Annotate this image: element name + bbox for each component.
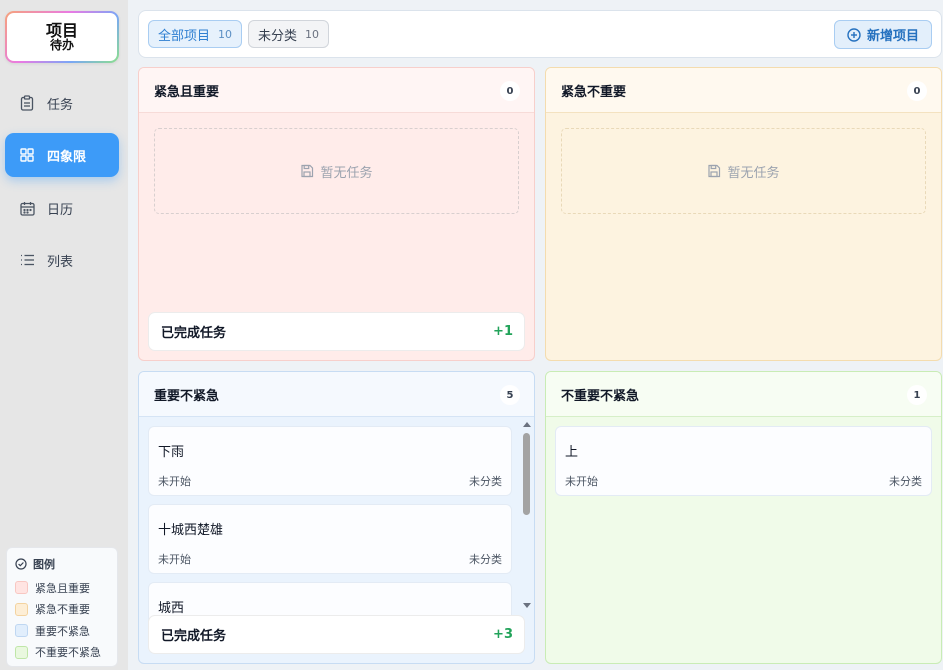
clipboard-icon — [19, 95, 35, 111]
quadrant-header: 紧急不重要 — [546, 68, 941, 113]
empty-text: 暂无任务 — [727, 165, 780, 181]
task-title: 上 — [565, 445, 579, 460]
quadrant-count-badge: 0 — [500, 81, 520, 101]
project-filter-bar: 全部项目 10 未分类 10 新增项目 — [138, 10, 942, 58]
quadrant-count-badge: 5 — [500, 385, 520, 405]
quadrant-title: 不重要不紧急 — [561, 388, 640, 404]
nav-item-tasks[interactable]: 任务 — [5, 81, 119, 125]
completed-tasks-toggle[interactable]: 已完成任务 +3 — [148, 615, 525, 654]
quadrant-header: 紧急且重要 — [139, 68, 534, 113]
task-status: 未开始 — [158, 475, 191, 488]
completed-tasks-count: +3 — [493, 627, 513, 642]
filter-chip-uncategorized[interactable]: 未分类 10 — [248, 20, 330, 48]
save-icon — [301, 164, 314, 178]
plus-circle-icon — [847, 27, 861, 42]
legend-label: 紧急不重要 — [35, 603, 90, 617]
nav-item-calendar[interactable]: 日历 — [5, 186, 119, 230]
legend-swatch-red — [15, 581, 28, 595]
sidebar: 项目 待办 任务 四象限 日历 列表 图例 紧急且重要 紧急不重要 重要不紧急 … — [0, 0, 128, 670]
nav-label-calendar: 日历 — [47, 202, 74, 218]
legend-swatch-orange — [15, 602, 28, 616]
grid-icon — [19, 147, 35, 163]
task-title: 十城西楚雄 — [158, 523, 224, 538]
legend-swatch-blue — [15, 624, 28, 638]
new-project-label: 新增项目 — [866, 29, 919, 44]
nav-label-quadrant: 四象限 — [47, 149, 87, 165]
quadrant-urgent-important: 紧急且重要 0 暂无任务 已完成任务 +1 — [138, 67, 535, 361]
nav-item-list[interactable]: 列表 — [5, 238, 119, 282]
save-icon — [708, 164, 721, 178]
legend-item: 不重要不紧急 — [15, 642, 109, 664]
check-circle-icon — [15, 558, 27, 570]
scroll-down-icon[interactable] — [523, 603, 531, 608]
logo-subtitle: 待办 — [49, 38, 74, 52]
filter-chip-label: 未分类 — [258, 28, 298, 44]
legend-label: 不重要不紧急 — [35, 646, 101, 660]
task-title: 城西 — [158, 601, 185, 616]
task-status: 未开始 — [158, 553, 191, 566]
quadrant-header: 重要不紧急 — [139, 372, 534, 417]
nav-label-tasks: 任务 — [47, 97, 74, 113]
quadrant-count-badge: 1 — [907, 385, 927, 405]
filter-chip-label: 全部项目 — [158, 28, 211, 44]
empty-placeholder: 暂无任务 — [561, 128, 926, 214]
filter-chip-count: 10 — [218, 27, 233, 41]
filter-chip-all[interactable]: 全部项目 10 — [148, 20, 243, 48]
calendar-icon — [19, 200, 35, 216]
completed-tasks-toggle[interactable]: 已完成任务 +1 — [148, 312, 525, 351]
quadrant-important-not-urgent: 重要不紧急 5 下雨 未开始 未分类 十城西楚雄 未开始 未分类 城西 已完成任… — [138, 371, 535, 664]
task-category: 未分类 — [469, 475, 502, 488]
nav-label-list: 列表 — [47, 254, 74, 270]
legend-title-text: 图例 — [33, 558, 55, 571]
task-card[interactable]: 十城西楚雄 未开始 未分类 — [148, 504, 512, 574]
quadrant-title: 紧急且重要 — [154, 84, 220, 100]
legend-panel: 图例 紧急且重要 紧急不重要 重要不紧急 不重要不紧急 — [6, 547, 118, 667]
legend-item: 紧急不重要 — [15, 599, 109, 621]
quadrant-urgent-not-important: 紧急不重要 0 暂无任务 — [545, 67, 942, 361]
task-card[interactable]: 下雨 未开始 未分类 — [148, 426, 512, 496]
legend-label: 紧急且重要 — [35, 581, 90, 595]
legend-title: 图例 — [15, 556, 109, 572]
quadrant-title: 重要不紧急 — [154, 388, 220, 404]
completed-tasks-label: 已完成任务 — [161, 629, 227, 644]
task-card[interactable]: 上 未开始 未分类 — [555, 426, 932, 496]
quadrant-header: 不重要不紧急 — [546, 372, 941, 417]
legend-item: 重要不紧急 — [15, 620, 109, 642]
quadrant-title: 紧急不重要 — [561, 84, 627, 100]
quadrant-not-important-not-urgent: 不重要不紧急 1 上 未开始 未分类 — [545, 371, 942, 664]
empty-text: 暂无任务 — [320, 165, 373, 181]
legend-swatch-green — [15, 645, 28, 659]
task-category: 未分类 — [889, 475, 922, 488]
new-project-button[interactable]: 新增项目 — [834, 20, 932, 49]
list-icon — [19, 252, 35, 268]
task-list-scrollbar[interactable] — [520, 417, 534, 617]
app-logo[interactable]: 项目 待办 — [5, 11, 119, 63]
scrollbar-thumb[interactable] — [523, 433, 530, 515]
legend-item: 紧急且重要 — [15, 577, 109, 599]
logo-title: 项目 — [45, 21, 78, 40]
completed-tasks-label: 已完成任务 — [161, 326, 227, 341]
filter-chip-count: 10 — [305, 27, 320, 41]
completed-tasks-count: +1 — [493, 324, 513, 339]
task-status: 未开始 — [565, 475, 598, 488]
scroll-up-icon[interactable] — [523, 422, 531, 427]
nav-item-quadrant[interactable]: 四象限 — [5, 133, 119, 177]
task-category: 未分类 — [469, 553, 502, 566]
empty-placeholder: 暂无任务 — [154, 128, 519, 214]
legend-label: 重要不紧急 — [35, 624, 90, 638]
task-title: 下雨 — [158, 445, 185, 460]
quadrant-count-badge: 0 — [907, 81, 927, 101]
